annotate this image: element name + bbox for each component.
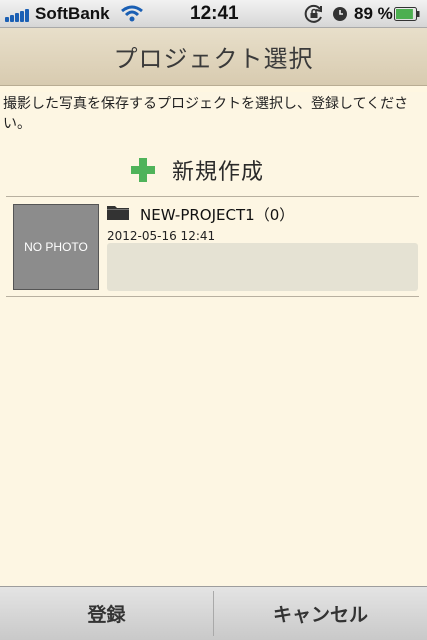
project-date: 2012-05-16 12:41 <box>107 229 216 243</box>
register-button[interactable]: 登録 <box>0 587 213 640</box>
battery-icon <box>394 7 420 21</box>
project-thumbnail: NO PHOTO <box>13 204 99 290</box>
status-time: 12:41 <box>190 3 239 24</box>
folder-icon <box>107 206 129 220</box>
plus-icon <box>131 158 155 182</box>
instruction-text: 撮影した写真を保存するプロジェクトを選択し、登録してください。 <box>3 96 409 132</box>
cancel-button[interactable]: キャンセル <box>214 587 427 640</box>
project-list-item[interactable]: NO PHOTO NEW-PROJECT1（0） 2012-05-16 12:4… <box>6 198 419 296</box>
signal-strength-icon <box>5 9 31 22</box>
new-project-label: 新規作成 <box>172 160 265 185</box>
status-bar: SoftBank 12:41 89 % <box>0 0 427 28</box>
project-memo-box <box>107 243 418 291</box>
divider <box>6 196 419 197</box>
wifi-icon <box>121 5 143 22</box>
battery-percent: 89 % <box>354 4 393 23</box>
carrier-name: SoftBank <box>35 4 110 23</box>
project-name: NEW-PROJECT1（0） <box>140 206 295 224</box>
nav-shadow <box>0 86 427 92</box>
new-project-button[interactable]: 新規作成 <box>130 153 264 187</box>
navigation-bar: プロジェクト選択 <box>0 28 427 86</box>
bottom-toolbar: 登録 キャンセル <box>0 586 427 640</box>
rotation-lock-icon <box>304 4 322 23</box>
divider <box>6 296 419 297</box>
alarm-icon <box>333 7 347 21</box>
page-title: プロジェクト選択 <box>113 45 314 73</box>
